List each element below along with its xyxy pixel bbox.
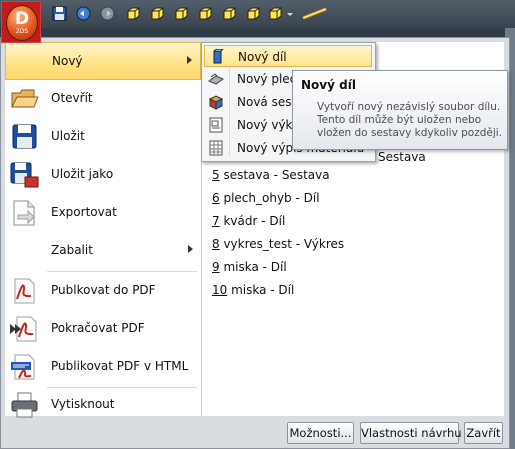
menu-item-label: Zabalit — [51, 243, 93, 257]
close-button[interactable]: Zavřít — [464, 422, 503, 444]
cube-icon[interactable] — [126, 6, 141, 21]
menu-item-label: Publikovat PDF v HTML — [51, 359, 189, 373]
folder-open-icon — [9, 85, 39, 113]
menu-item-export[interactable]: Exportovat — [5, 194, 201, 232]
menu-item-label: Otevřít — [51, 91, 93, 105]
cube-icon[interactable] — [150, 6, 165, 21]
quick-access-toolbar — [0, 0, 515, 28]
save-as-icon — [9, 161, 39, 189]
dropdown-icon[interactable] — [286, 6, 294, 21]
pdf-icon — [9, 277, 39, 305]
menu-item-new[interactable]: Nový — [5, 42, 201, 80]
menu-item-save-as[interactable]: Uložit jako — [5, 156, 201, 194]
cube-icon[interactable] — [174, 6, 189, 21]
menu-item-label: Vytisknout — [51, 397, 115, 411]
sheet-metal-icon — [208, 71, 224, 87]
menu-item-publish-pdf-html[interactable]: Publikovat PDF v HTML — [5, 348, 201, 386]
ruler-icon[interactable] — [300, 6, 330, 21]
submenu-item-new-part[interactable]: Nový díl — [204, 45, 372, 67]
recent-item[interactable]: 8 vykres_test - Výkres — [212, 237, 344, 257]
recent-item[interactable]: 10 miska - Díl — [212, 283, 294, 303]
design-properties-button[interactable]: Vlastnosti návrhu — [360, 422, 462, 444]
menu-item-publish-pdf[interactable]: Publkovat do PDF — [5, 272, 201, 310]
cube-icon[interactable] — [268, 6, 283, 21]
application-button[interactable]: D 2DS — [1, 1, 41, 43]
floppy-icon — [9, 123, 39, 151]
app-logo-icon: D 2DS — [6, 5, 38, 41]
cube-icon[interactable] — [246, 6, 261, 21]
printer-icon — [9, 391, 39, 419]
menu-item-open[interactable]: Otevřít — [5, 80, 201, 118]
cube-icon[interactable] — [198, 6, 213, 21]
options-button[interactable]: Možnosti... — [287, 422, 354, 444]
undo-icon[interactable] — [76, 6, 91, 21]
submenu-item-label: Nový díl — [238, 50, 287, 64]
recent-item[interactable]: 7 kvádr - Díl — [212, 214, 285, 234]
pdf-html-icon — [9, 353, 39, 381]
tooltip-body: Vytvoří nový nezávislý soubor dílu. Tent… — [317, 101, 503, 139]
submenu-arrow-icon — [188, 245, 193, 253]
assembly-icon — [208, 94, 224, 110]
screen: Nový Otevřít Uložit Uložit jako Exportov… — [0, 0, 515, 449]
redo-icon[interactable] — [100, 6, 115, 21]
recent-item-partial[interactable]: Sestava — [378, 150, 426, 164]
drawing-icon — [208, 117, 224, 133]
menu-item-save[interactable]: Uložit — [5, 118, 201, 156]
menu-item-label: Uložit jako — [51, 167, 114, 181]
recent-item[interactable]: 6 plech_ohyb - Díl — [212, 191, 320, 211]
tooltip: Nový díl Vytvoří nový nezávislý soubor d… — [292, 70, 508, 150]
menu-item-print[interactable]: Vytisknout — [5, 386, 201, 424]
part-icon — [209, 49, 225, 65]
menu-item-label: Nový — [52, 54, 83, 68]
menu-item-label: Exportovat — [51, 205, 117, 219]
new-icon — [10, 48, 40, 76]
pdf-continue-icon — [9, 315, 39, 343]
menu-item-label: Uložit — [51, 129, 85, 143]
menu-item-continue-pdf[interactable]: Pokračovat PDF — [5, 310, 201, 348]
menu-item-label: Publkovat do PDF — [51, 283, 156, 297]
package-icon — [9, 237, 39, 265]
cube-icon[interactable] — [222, 6, 237, 21]
menu-item-label: Pokračovat PDF — [51, 321, 145, 335]
export-icon — [9, 199, 39, 227]
recent-item[interactable]: 9 miska - Díl — [212, 260, 287, 280]
bom-icon — [208, 140, 224, 156]
recent-item[interactable]: 5 sestava - Sestava — [212, 168, 330, 188]
menu-commands: Nový Otevřít Uložit Uložit jako Exportov… — [5, 42, 202, 418]
menu-item-package[interactable]: Zabalit — [5, 232, 201, 270]
save-icon[interactable] — [52, 6, 67, 21]
submenu-arrow-icon — [187, 56, 192, 64]
tooltip-title: Nový díl — [301, 78, 356, 92]
